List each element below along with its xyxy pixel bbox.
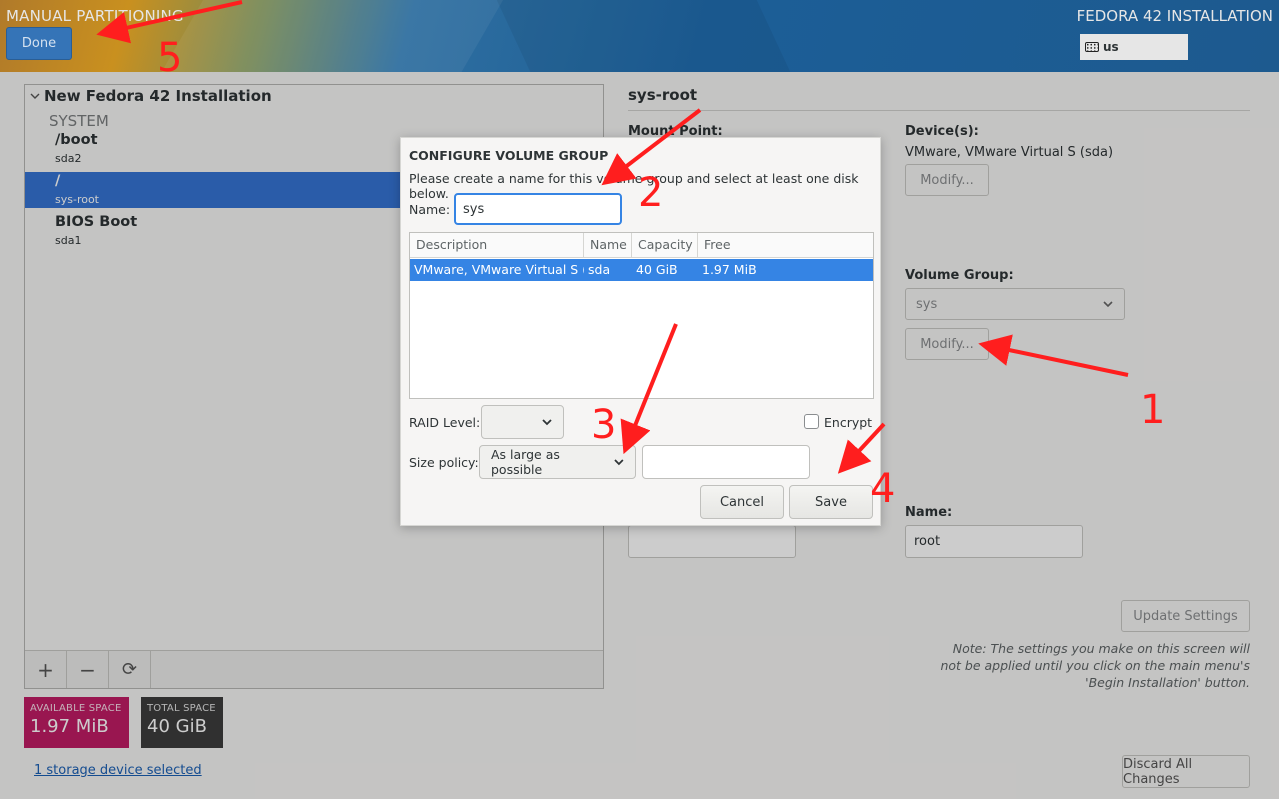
annotation-number-5: 5 [157,35,183,81]
size-input[interactable] [642,445,810,479]
save-button[interactable]: Save [789,485,873,519]
annotation-number-2: 2 [638,170,664,216]
chevron-down-icon [542,419,552,426]
encrypt-label: Encrypt [824,415,873,430]
disk-free: 1.97 MiB [702,262,757,277]
vg-name-input[interactable] [454,193,622,225]
size-policy-label: Size policy: [409,455,479,470]
table-header: Description Name Capacity Free [410,233,873,258]
page-title: MANUAL PARTITIONING [6,7,184,25]
annotation-number-1: 1 [1140,387,1166,433]
size-policy-select[interactable]: As large as possible [479,445,636,479]
raid-level-select[interactable] [481,405,564,439]
column-header-free[interactable]: Free [698,233,873,258]
header-bar: MANUAL PARTITIONING Done FEDORA 42 INSTA… [0,0,1279,72]
column-header-name[interactable]: Name [584,233,632,258]
keyboard-layout-label: us [1103,40,1119,54]
chevron-down-icon [614,459,624,466]
annotation-number-3: 3 [591,402,617,448]
raid-level-label: RAID Level: [409,415,481,430]
installation-title: FEDORA 42 INSTALLATION [1076,7,1273,25]
disk-name: sda [588,262,611,277]
size-policy-value: As large as possible [491,447,560,477]
header-decoration [133,0,527,72]
keyboard-layout-indicator[interactable]: us [1080,34,1188,60]
cancel-button[interactable]: Cancel [700,485,784,519]
header-decoration [487,0,813,72]
disk-table: Description Name Capacity Free VMware, V… [409,232,874,399]
column-header-description[interactable]: Description [410,233,584,258]
disk-capacity: 40 GiB [636,262,678,277]
done-button[interactable]: Done [6,27,72,60]
dialog-title: CONFIGURE VOLUME GROUP [409,148,609,163]
vg-name-label: Name: [409,202,451,217]
annotation-number-4: 4 [870,466,896,512]
column-header-capacity[interactable]: Capacity [632,233,698,258]
keyboard-icon [1085,42,1099,52]
encrypt-checkbox[interactable] [804,414,819,429]
disk-description: VMware, VMware Virtual S () [414,262,584,277]
table-row[interactable]: VMware, VMware Virtual S () sda 40 GiB 1… [410,259,873,281]
